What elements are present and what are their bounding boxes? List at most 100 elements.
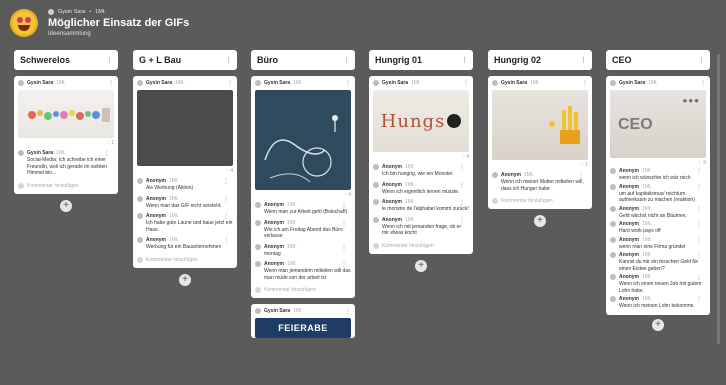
comment-menu-icon[interactable]: ⋮ xyxy=(341,261,347,268)
post-card[interactable]: Gysin Sara 1Mt. ⋮ ◌ 4 Anonym 1Mt. ⋮ Wenn man… xyxy=(251,76,355,298)
column-menu-icon[interactable]: ⋮ xyxy=(580,57,587,64)
comment-count-value: 4 xyxy=(348,192,351,198)
comment-menu-icon[interactable]: ⋮ xyxy=(696,184,702,191)
comment-text: Wenn ich mit jemanden frage, ob er mir e… xyxy=(382,223,462,237)
comment-menu-icon[interactable]: ⋮ xyxy=(104,150,110,157)
comment-text: um auf kapitalismus/ reichtum aufmerksam… xyxy=(619,190,695,204)
add-comment[interactable]: Kommentar hinzufügen xyxy=(255,287,351,293)
comment-text: Wenn ich meiner Mutter mitteilen will, d… xyxy=(501,179,584,192)
post-image[interactable] xyxy=(137,90,233,166)
comment: Anonym 1Mt. ⋮ Wenn man jemandem mitteilen w… xyxy=(255,261,351,281)
post-card[interactable]: Gysin Sara 1Mt. ⋮ Hungs ◌ 4 Anonym 1Mt. ⋮ Ic… xyxy=(369,76,473,254)
comment-count[interactable]: ◌ 1 xyxy=(492,162,588,168)
post-menu-icon[interactable]: ⋮ xyxy=(108,80,114,87)
comment: Anonym 1Mt. ⋮ Werbung für ein Bauunternehme… xyxy=(137,237,233,251)
comment-menu-icon[interactable]: ⋮ xyxy=(696,221,702,228)
column-hungrig-01: Hungrig 01 ⋮ Gysin Sara 1Mt. ⋮ Hungs ◌ 4 … xyxy=(369,50,473,272)
post-menu-icon[interactable]: ⋮ xyxy=(345,308,351,315)
comment-count[interactable]: ◌ 9 xyxy=(610,160,706,166)
comment-menu-icon[interactable]: ⋮ xyxy=(341,202,347,209)
vertical-scrollbar[interactable] xyxy=(717,54,720,344)
post-card[interactable]: Gysin Sara 1Mt. ⋮ ◌ 1 Anonym 1Mt. ⋮ Wenn ich… xyxy=(488,76,592,209)
avatar xyxy=(610,274,616,280)
comment: Anonym 1Mt. ⋮ Hard work pays off xyxy=(610,221,706,235)
comment-menu-icon[interactable]: ⋮ xyxy=(696,296,702,303)
post-card[interactable]: Gysin Sara 1Mt. ⋮ CEO ●●● ◌ 9 Anonym 1Mt. ⋮… xyxy=(606,76,710,315)
board-subtitle: Ideensammlung xyxy=(48,31,91,37)
comment-menu-icon[interactable]: ⋮ xyxy=(341,220,347,227)
author-name: Gysin Sara xyxy=(146,80,173,86)
comment-menu-icon[interactable]: ⋮ xyxy=(459,182,465,189)
comment-time: 1Mt. xyxy=(287,219,297,226)
comment-menu-icon[interactable]: ⋮ xyxy=(696,206,702,213)
post-menu-icon[interactable]: ⋮ xyxy=(582,80,588,87)
comment-count[interactable]: ◌ 4 xyxy=(373,154,469,160)
post-image[interactable]: FEIERABE xyxy=(255,318,351,338)
comment-text: Wenn man jemandem mitteilen will das man… xyxy=(264,268,351,281)
comment-author: Anonym xyxy=(382,181,402,188)
comment-author: Anonym xyxy=(146,195,166,202)
breadcrumb-owner[interactable]: Gysin Sara xyxy=(58,9,85,15)
comment-author: Anonym xyxy=(619,252,639,258)
column-menu-icon[interactable]: ⋮ xyxy=(225,57,232,64)
comment-menu-icon[interactable]: ⋮ xyxy=(696,237,702,244)
comment-menu-icon[interactable]: ⋮ xyxy=(696,274,702,281)
comment-menu-icon[interactable]: ⋮ xyxy=(223,196,229,203)
comment-time: 1Mt. xyxy=(642,236,652,243)
add-comment[interactable]: Kommentar hinzufügen xyxy=(492,198,588,204)
comment-time: 1Mt. xyxy=(169,178,179,184)
post-menu-icon[interactable]: ⋮ xyxy=(463,80,469,87)
comment-count[interactable]: ◌ 1 xyxy=(18,140,114,146)
comment-menu-icon[interactable]: ⋮ xyxy=(459,164,465,171)
add-post-button[interactable]: + xyxy=(60,199,72,212)
post-image[interactable] xyxy=(255,90,351,190)
comment: Anonym 1Mt. ⋮ Wenn ich einen neuen Job mit … xyxy=(610,274,706,294)
add-post-button[interactable]: + xyxy=(415,259,427,272)
comment-count[interactable]: ◌ 4 xyxy=(255,192,351,198)
comment-text: Werbung für ein Bauunternehmen xyxy=(146,244,222,250)
comment-count[interactable]: ◌ 4 xyxy=(137,168,233,174)
fries-drawing-icon xyxy=(549,106,580,144)
column-menu-icon[interactable]: ⋮ xyxy=(698,57,705,64)
comment-time: 1Mt. xyxy=(56,150,66,156)
post-image[interactable] xyxy=(18,90,114,138)
comment-menu-icon[interactable]: ⋮ xyxy=(459,199,465,206)
comment: Anonym 1Mt. ⋮ Wenn ich eigentlich lernen mü… xyxy=(373,181,469,196)
comment-menu-icon[interactable]: ⋮ xyxy=(341,244,347,251)
column-menu-icon[interactable]: ⋮ xyxy=(343,57,350,64)
comment-menu-icon[interactable]: ⋮ xyxy=(223,237,229,244)
comment-menu-icon[interactable]: ⋮ xyxy=(459,217,465,224)
column-menu-icon[interactable]: ⋮ xyxy=(106,57,113,64)
comment-menu-icon[interactable]: ⋮ xyxy=(223,213,229,220)
post-card[interactable]: Gysin Sara 1Mt. ⋮ FEIERABE xyxy=(251,304,355,338)
post-image[interactable]: CEO ●●● xyxy=(610,90,706,158)
post-image[interactable] xyxy=(492,90,588,160)
post-menu-icon[interactable]: ⋮ xyxy=(700,80,706,87)
comment-menu-icon[interactable]: ⋮ xyxy=(223,178,229,185)
comment-text: Hard work pays off xyxy=(619,228,661,234)
post-card[interactable]: Gysin Sara 1Mt. ⋮ ◌ 4 Anonym 1Mt. ⋮ Als Werb… xyxy=(133,76,237,268)
column-title: Hungrig 02 xyxy=(494,55,542,65)
add-comment[interactable]: Kommentar hinzufügen xyxy=(137,256,233,263)
comment-menu-icon[interactable]: ⋮ xyxy=(696,168,702,175)
comment: Anonym 1Mt. ⋮ um auf kapitalismus/ reichtum… xyxy=(610,183,706,204)
comment-menu-icon[interactable]: ⋮ xyxy=(696,252,702,259)
post-image[interactable]: Hungs xyxy=(373,90,469,152)
add-comment[interactable]: Kommentar hinzufügen xyxy=(373,242,469,249)
add-post-button[interactable]: + xyxy=(179,273,191,286)
image-text: Hungs xyxy=(380,110,446,132)
comment-menu-icon[interactable]: ⋮ xyxy=(578,172,584,179)
column-buero: Büro ⋮ Gysin Sara 1Mt. ⋮ ◌ 4 Anonym 1Mt. ⋮ W… xyxy=(251,50,355,338)
add-post-button[interactable]: + xyxy=(534,215,546,227)
column-menu-icon[interactable]: ⋮ xyxy=(461,57,468,64)
add-post-button[interactable]: + xyxy=(652,318,664,331)
comment-text: Wenn ich einen neuen Job mit gutem Lohn … xyxy=(619,281,702,294)
comment: Gysin Sara 1Mt. ⋮ Social-Media: Ich schre… xyxy=(18,150,114,177)
post-card[interactable]: Gysin Sara 1Mt. ⋮ ◌ 1 Gysin Sara 1Mt. ⋮ S… xyxy=(14,76,118,194)
add-comment[interactable]: Kommentar hinzufügen xyxy=(18,182,114,189)
column-header: Hungrig 01 ⋮ xyxy=(369,50,473,70)
breadcrumb-age: 1Mt. xyxy=(95,9,106,15)
post-menu-icon[interactable]: ⋮ xyxy=(345,80,351,87)
comment-author: Anonym xyxy=(619,236,639,243)
post-menu-icon[interactable]: ⋮ xyxy=(227,80,233,87)
